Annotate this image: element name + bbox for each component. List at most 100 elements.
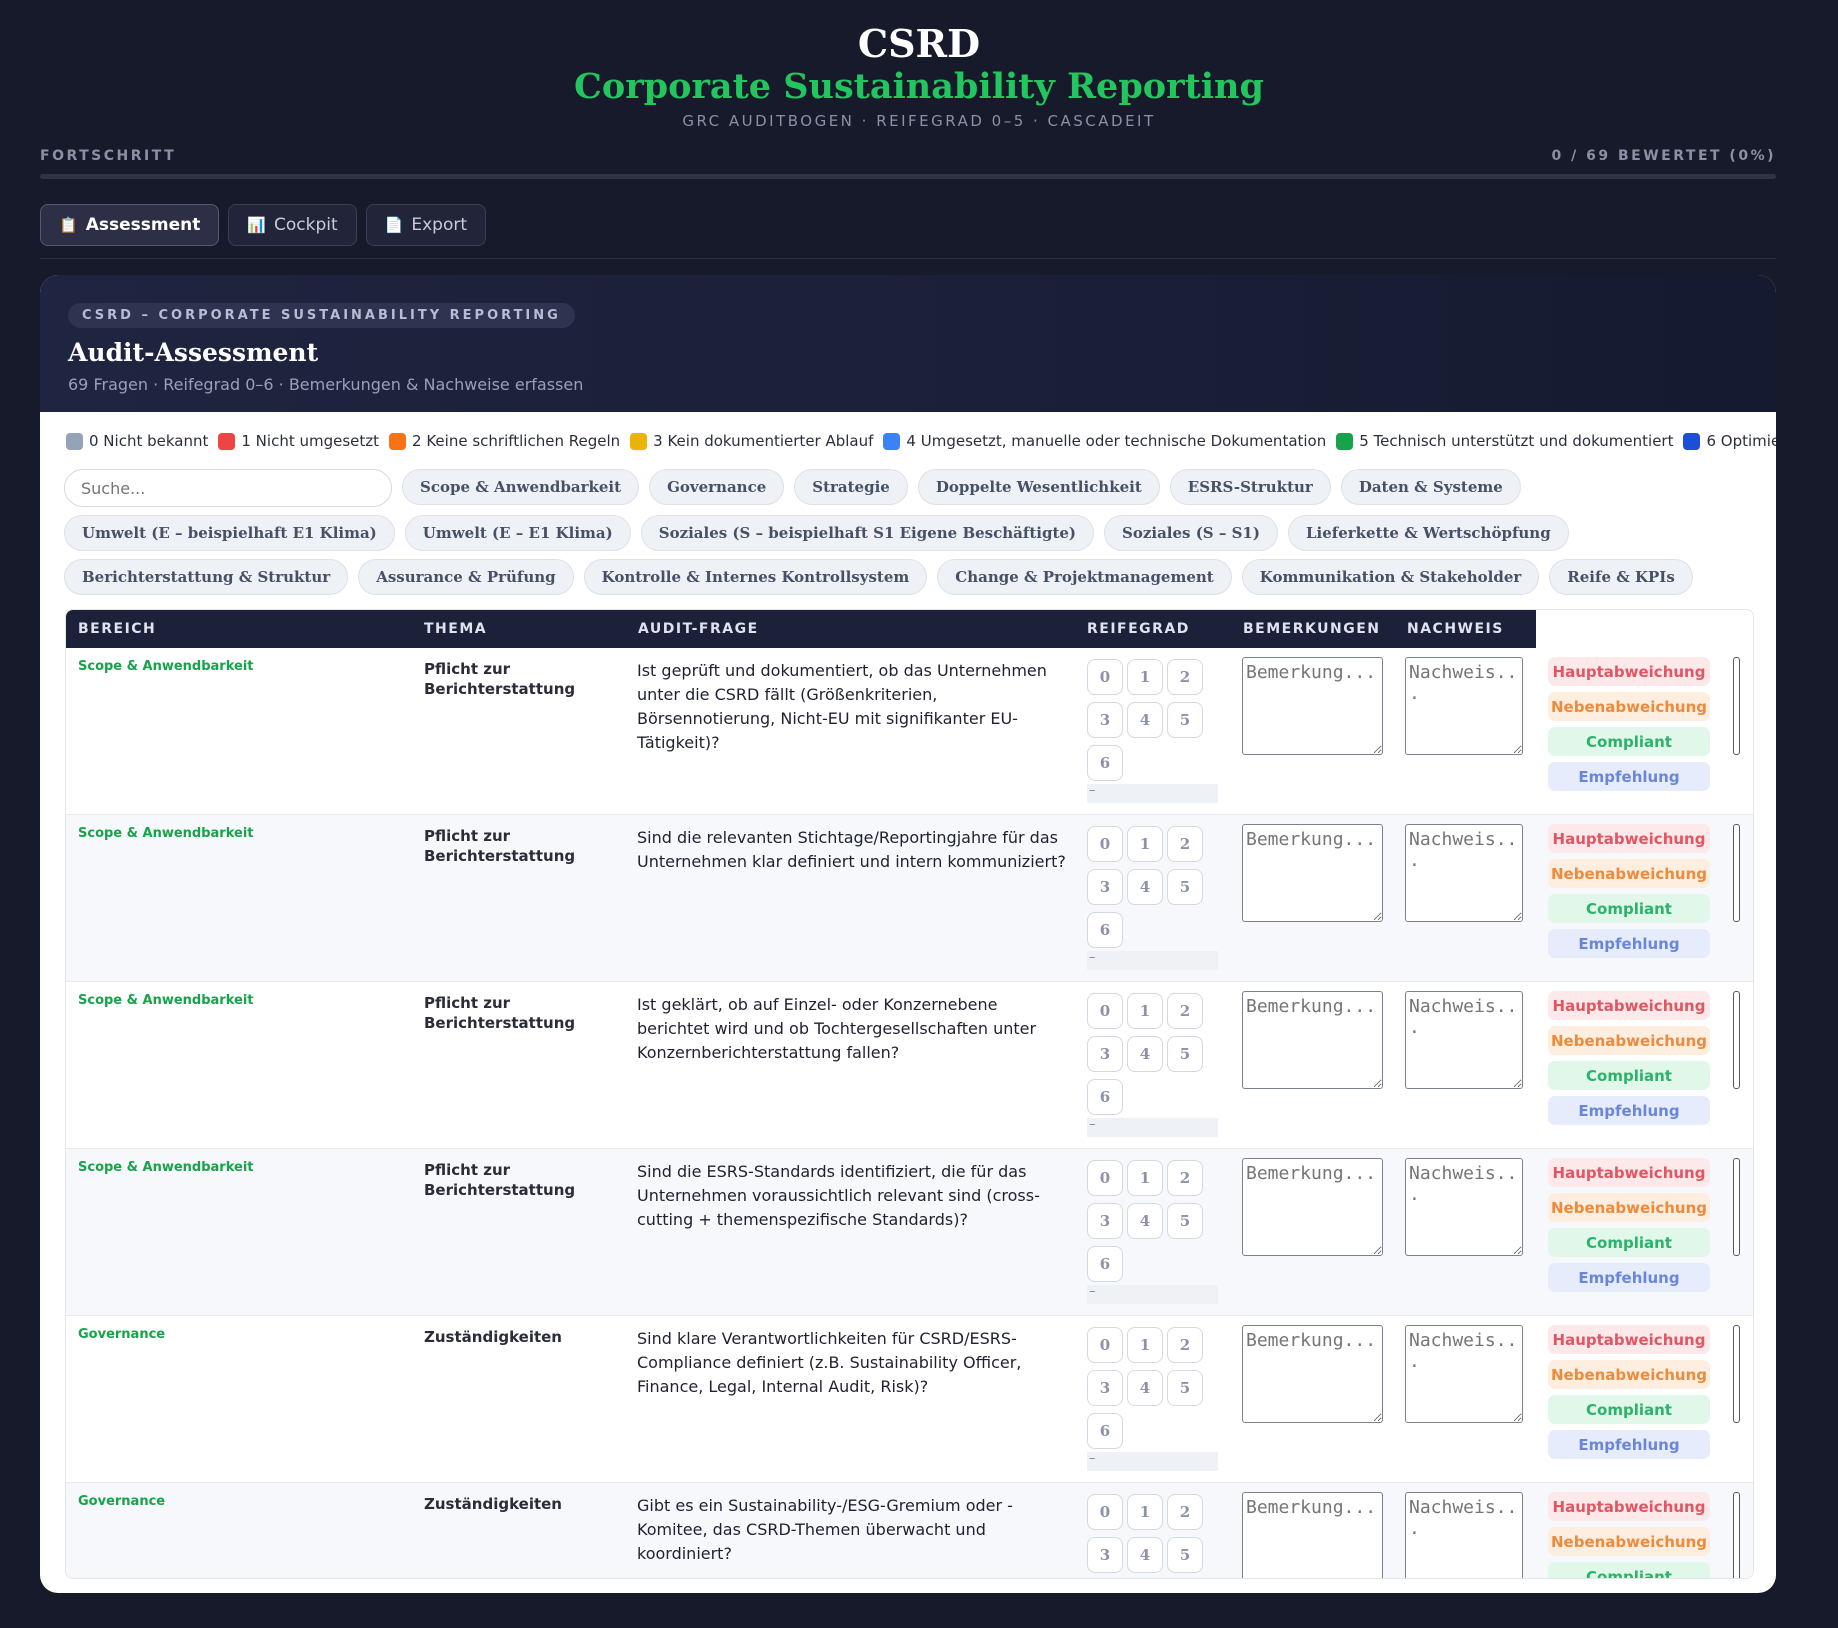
score-button-6[interactable]: 6 [1087, 1413, 1123, 1449]
filter-chip[interactable]: Kontrolle & Internes Kontrollsystem [583, 559, 928, 595]
score-button-5[interactable]: 5 [1167, 1537, 1203, 1573]
tag-compliant[interactable]: Compliant [1548, 1061, 1710, 1090]
filter-chip[interactable]: Governance [649, 469, 785, 505]
tag-hauptabweichung[interactable]: Hauptabweichung [1548, 991, 1710, 1020]
filter-chip[interactable]: Change & Projektmanagement [937, 559, 1232, 595]
tag-empfehlung[interactable]: Empfehlung [1548, 1263, 1710, 1292]
score-button-2[interactable]: 2 [1167, 659, 1203, 695]
tag-hauptabweichung[interactable]: Hauptabweichung [1548, 1325, 1710, 1354]
evidence-field[interactable] [1405, 991, 1523, 1089]
score-button-4[interactable]: 4 [1127, 869, 1163, 905]
remark-field[interactable] [1242, 1158, 1383, 1256]
tab-assessment[interactable]: 📋 Assessment [40, 204, 220, 246]
score-button-5[interactable]: 5 [1167, 1370, 1203, 1406]
tag-hauptabweichung[interactable]: Hauptabweichung [1548, 657, 1710, 686]
score-button-5[interactable]: 5 [1167, 1036, 1203, 1072]
filter-chip[interactable]: Lieferkette & Wertschöpfung [1287, 515, 1569, 551]
tag-hauptabweichung[interactable]: Hauptabweichung [1548, 824, 1710, 853]
filter-chip[interactable]: Assurance & Prüfung [358, 559, 574, 595]
score-button-0[interactable]: 0 [1087, 1494, 1123, 1530]
filter-chip[interactable]: Kommunikation & Stakeholder [1241, 559, 1540, 595]
score-button-4[interactable]: 4 [1127, 1036, 1163, 1072]
filter-chip[interactable]: Umwelt (E – E1 Klima) [404, 515, 631, 551]
score-button-1[interactable]: 1 [1127, 1327, 1163, 1363]
tag-hauptabweichung[interactable]: Hauptabweichung [1548, 1492, 1710, 1521]
score-button-2[interactable]: 2 [1167, 1160, 1203, 1196]
score-button-6[interactable]: 6 [1087, 1079, 1123, 1115]
tag-empfehlung[interactable]: Empfehlung [1548, 1430, 1710, 1459]
tag-empfehlung[interactable]: Empfehlung [1548, 762, 1710, 791]
row-scrollbar[interactable] [1733, 1158, 1740, 1256]
score-button-2[interactable]: 2 [1167, 1327, 1203, 1363]
tag-nebenabweichung[interactable]: Nebenabweichung [1548, 1360, 1710, 1389]
score-button-0[interactable]: 0 [1087, 1327, 1123, 1363]
filter-chip[interactable]: Umwelt (E – beispielhaft E1 Klima) [64, 515, 395, 551]
row-scrollbar[interactable] [1733, 824, 1740, 922]
score-button-5[interactable]: 5 [1167, 702, 1203, 738]
tag-nebenabweichung[interactable]: Nebenabweichung [1548, 1193, 1710, 1222]
tag-nebenabweichung[interactable]: Nebenabweichung [1548, 859, 1710, 888]
tag-compliant[interactable]: Compliant [1548, 727, 1710, 756]
filter-chip[interactable]: Soziales (S – S1) [1104, 515, 1278, 551]
score-button-5[interactable]: 5 [1167, 869, 1203, 905]
score-button-1[interactable]: 1 [1127, 659, 1163, 695]
row-scrollbar[interactable] [1733, 1325, 1740, 1423]
tag-nebenabweichung[interactable]: Nebenabweichung [1548, 1026, 1710, 1055]
filter-chip[interactable]: Reife & KPIs [1549, 559, 1693, 595]
evidence-field[interactable] [1405, 1325, 1523, 1423]
filter-chip[interactable]: Strategie [794, 469, 908, 505]
score-button-0[interactable]: 0 [1087, 993, 1123, 1029]
score-button-4[interactable]: 4 [1127, 1370, 1163, 1406]
score-button-3[interactable]: 3 [1087, 1370, 1123, 1406]
tag-nebenabweichung[interactable]: Nebenabweichung [1548, 692, 1710, 721]
score-button-1[interactable]: 1 [1127, 1160, 1163, 1196]
evidence-field[interactable] [1405, 657, 1523, 755]
filter-chip[interactable]: ESRS-Struktur [1169, 469, 1331, 505]
score-button-5[interactable]: 5 [1167, 1203, 1203, 1239]
score-button-2[interactable]: 2 [1167, 1494, 1203, 1530]
tag-compliant[interactable]: Compliant [1548, 1562, 1710, 1578]
score-button-1[interactable]: 1 [1127, 1494, 1163, 1530]
score-button-0[interactable]: 0 [1087, 1160, 1123, 1196]
filter-chip[interactable]: Doppelte Wesentlichkeit [917, 469, 1160, 505]
score-button-4[interactable]: 4 [1127, 702, 1163, 738]
score-button-0[interactable]: 0 [1087, 826, 1123, 862]
remark-field[interactable] [1242, 1492, 1383, 1578]
evidence-field[interactable] [1405, 1158, 1523, 1256]
score-button-6[interactable]: 6 [1087, 1246, 1123, 1282]
row-scrollbar[interactable] [1733, 1492, 1740, 1578]
filter-chip[interactable]: Scope & Anwendbarkeit [402, 469, 640, 505]
score-button-3[interactable]: 3 [1087, 702, 1123, 738]
score-button-1[interactable]: 1 [1127, 993, 1163, 1029]
remark-field[interactable] [1242, 1325, 1383, 1423]
row-scrollbar[interactable] [1733, 991, 1740, 1089]
score-button-4[interactable]: 4 [1127, 1537, 1163, 1573]
tag-nebenabweichung[interactable]: Nebenabweichung [1548, 1527, 1710, 1556]
score-button-3[interactable]: 3 [1087, 1036, 1123, 1072]
search-input[interactable] [64, 469, 392, 507]
filter-chip[interactable]: Soziales (S – beispielhaft S1 Eigene Bes… [640, 515, 1095, 551]
tab-export[interactable]: 📄 Export [365, 204, 487, 246]
tag-compliant[interactable]: Compliant [1548, 1395, 1710, 1424]
score-button-1[interactable]: 1 [1127, 826, 1163, 862]
score-button-6[interactable]: 6 [1087, 912, 1123, 948]
score-button-3[interactable]: 3 [1087, 1537, 1123, 1573]
filter-chip[interactable]: Berichterstattung & Struktur [64, 559, 349, 595]
tab-cockpit[interactable]: 📊 Cockpit [228, 204, 357, 246]
tag-empfehlung[interactable]: Empfehlung [1548, 929, 1710, 958]
tag-hauptabweichung[interactable]: Hauptabweichung [1548, 1158, 1710, 1187]
score-button-3[interactable]: 3 [1087, 1203, 1123, 1239]
tag-empfehlung[interactable]: Empfehlung [1548, 1096, 1710, 1125]
remark-field[interactable] [1242, 657, 1383, 755]
evidence-field[interactable] [1405, 1492, 1523, 1578]
filter-chip[interactable]: Daten & Systeme [1340, 469, 1521, 505]
score-button-4[interactable]: 4 [1127, 1203, 1163, 1239]
score-button-2[interactable]: 2 [1167, 826, 1203, 862]
evidence-field[interactable] [1405, 824, 1523, 922]
score-button-0[interactable]: 0 [1087, 659, 1123, 695]
remark-field[interactable] [1242, 991, 1383, 1089]
score-button-3[interactable]: 3 [1087, 869, 1123, 905]
score-button-2[interactable]: 2 [1167, 993, 1203, 1029]
tag-compliant[interactable]: Compliant [1548, 1228, 1710, 1257]
tag-compliant[interactable]: Compliant [1548, 894, 1710, 923]
